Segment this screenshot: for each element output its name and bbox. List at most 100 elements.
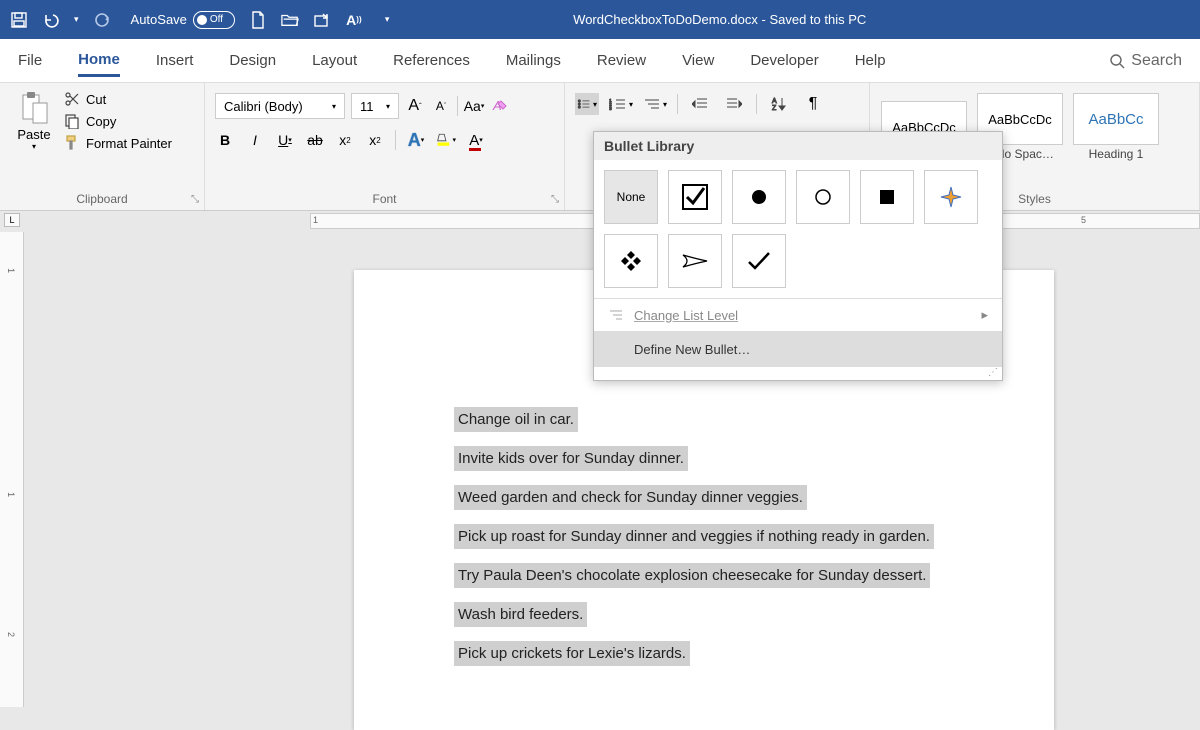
decrease-indent-button[interactable] bbox=[688, 93, 712, 115]
tab-review[interactable]: Review bbox=[597, 46, 646, 75]
increase-indent-button[interactable] bbox=[722, 93, 746, 115]
define-new-bullet-item[interactable]: Define New Bullet… bbox=[594, 331, 1002, 367]
vertical-ruler[interactable]: 1 1 2 bbox=[0, 232, 24, 707]
tab-file[interactable]: File bbox=[18, 46, 42, 75]
divider bbox=[677, 94, 678, 114]
tab-view[interactable]: View bbox=[682, 46, 714, 75]
subscript-button[interactable]: x2 bbox=[335, 129, 355, 151]
new-doc-icon[interactable] bbox=[249, 11, 267, 29]
share-icon[interactable] bbox=[313, 11, 331, 29]
bullets-button[interactable]: ▾ bbox=[575, 93, 599, 115]
tab-home[interactable]: Home bbox=[78, 45, 120, 77]
toggle-knob bbox=[197, 15, 207, 25]
bullet-checkmark[interactable] bbox=[732, 234, 786, 288]
bullet-grid: None bbox=[594, 160, 1002, 298]
tab-developer[interactable]: Developer bbox=[750, 46, 818, 75]
read-aloud-icon[interactable]: A)) bbox=[345, 11, 363, 29]
numbering-button[interactable]: 123▾ bbox=[609, 93, 633, 115]
change-case-button[interactable]: Aa▾ bbox=[464, 95, 484, 117]
bullet-disc[interactable] bbox=[732, 170, 786, 224]
tab-insert[interactable]: Insert bbox=[156, 46, 194, 75]
underline-button[interactable]: U ▾ bbox=[275, 129, 295, 151]
resize-grip[interactable]: ⋰ bbox=[594, 367, 1002, 380]
bullet-arrow[interactable] bbox=[668, 234, 722, 288]
doc-line[interactable]: Invite kids over for Sunday dinner. bbox=[454, 446, 688, 471]
font-label: Font bbox=[215, 188, 554, 210]
doc-line[interactable]: Pick up crickets for Lexie's lizards. bbox=[454, 641, 690, 666]
bullet-4diamond[interactable] bbox=[604, 234, 658, 288]
copy-button[interactable]: Copy bbox=[64, 113, 172, 129]
doc-line[interactable]: Wash bird feeders. bbox=[454, 602, 587, 627]
bullet-library-popup: Bullet Library None Change List Level ▸ … bbox=[593, 131, 1003, 381]
svg-text:Z: Z bbox=[772, 105, 777, 112]
change-list-level-item: Change List Level ▸ bbox=[594, 298, 1002, 331]
style-name: Heading 1 bbox=[1089, 147, 1144, 161]
submenu-arrow-icon: ▸ bbox=[981, 307, 988, 323]
bullet-4star[interactable] bbox=[924, 170, 978, 224]
doc-line[interactable]: Pick up roast for Sunday dinner and vegg… bbox=[454, 524, 934, 549]
superscript-button[interactable]: x2 bbox=[365, 129, 385, 151]
tab-selector[interactable]: L bbox=[4, 213, 20, 227]
sort-button[interactable]: AZ bbox=[767, 93, 791, 115]
undo-icon[interactable] bbox=[42, 11, 60, 29]
clipboard-dialog-launcher[interactable]: ⤡ bbox=[188, 192, 202, 206]
grow-font-button[interactable]: Aˆ bbox=[405, 95, 425, 117]
change-list-level-label: Change List Level bbox=[634, 308, 738, 323]
autosave-switch[interactable]: Off bbox=[193, 11, 235, 29]
bold-button[interactable]: B bbox=[215, 129, 235, 151]
save-icon[interactable] bbox=[10, 11, 28, 29]
document-title: WordCheckboxToDoDemo.docx - Saved to thi… bbox=[389, 12, 1050, 27]
strikethrough-button[interactable]: ab bbox=[305, 129, 325, 151]
style-heading1[interactable]: AaBbCc Heading 1 bbox=[1072, 93, 1160, 161]
redo-icon[interactable] bbox=[93, 11, 111, 29]
autosave-state: Off bbox=[210, 14, 223, 25]
undo-dropdown-icon[interactable]: ▾ bbox=[74, 14, 79, 25]
font-color-button[interactable]: A ▾ bbox=[466, 129, 486, 151]
title-bar: ▾ AutoSave Off A)) ▾ WordCheckboxToDoDem… bbox=[0, 0, 1200, 39]
italic-button[interactable]: I bbox=[245, 129, 265, 151]
paste-icon bbox=[19, 91, 49, 125]
tab-help[interactable]: Help bbox=[855, 46, 886, 75]
doc-line[interactable]: Change oil in car. bbox=[454, 407, 578, 432]
search-icon bbox=[1109, 53, 1125, 69]
open-folder-icon[interactable] bbox=[281, 11, 299, 29]
clipboard-label: Clipboard bbox=[10, 188, 194, 210]
clear-formatting-button[interactable]: A bbox=[490, 95, 510, 117]
search-box[interactable]: Search bbox=[1109, 52, 1182, 70]
multilevel-list-button[interactable]: ▾ bbox=[643, 93, 667, 115]
autosave-toggle[interactable]: AutoSave Off bbox=[131, 11, 235, 29]
font-name-caret-icon: ▾ bbox=[332, 102, 336, 111]
format-painter-button[interactable]: Format Painter bbox=[64, 135, 172, 151]
ruler-mark: 1 bbox=[313, 215, 318, 225]
bullet-none-label: None bbox=[617, 190, 646, 204]
paste-button[interactable]: Paste ▾ bbox=[10, 87, 58, 151]
format-painter-icon bbox=[64, 135, 80, 151]
doc-line[interactable]: Try Paula Deen's chocolate explosion che… bbox=[454, 563, 930, 588]
tab-references[interactable]: References bbox=[393, 46, 470, 75]
tab-layout[interactable]: Layout bbox=[312, 46, 357, 75]
bullet-circle[interactable] bbox=[796, 170, 850, 224]
tab-mailings[interactable]: Mailings bbox=[506, 46, 561, 75]
cut-label: Cut bbox=[86, 92, 106, 107]
shrink-font-button[interactable]: Aˇ bbox=[431, 95, 451, 117]
font-dialog-launcher[interactable]: ⤡ bbox=[548, 192, 562, 206]
bullet-square[interactable] bbox=[860, 170, 914, 224]
show-paragraph-marks-button[interactable]: ¶ bbox=[801, 93, 825, 115]
svg-text:3: 3 bbox=[609, 106, 612, 111]
highlight-button[interactable]: ▾ bbox=[436, 129, 456, 151]
copy-label: Copy bbox=[86, 114, 116, 129]
divider bbox=[457, 96, 458, 116]
bullet-checkbox[interactable] bbox=[668, 170, 722, 224]
doc-line[interactable]: Weed garden and check for Sunday dinner … bbox=[454, 485, 807, 510]
bullet-none[interactable]: None bbox=[604, 170, 658, 224]
tab-design[interactable]: Design bbox=[229, 46, 276, 75]
text-effects-button[interactable]: A ▾ bbox=[406, 129, 426, 151]
font-size-caret-icon: ▾ bbox=[386, 102, 390, 111]
clipboard-group: Paste ▾ Cut Copy Format Painter Clipboar… bbox=[0, 83, 205, 210]
font-size-select[interactable]: 11 ▾ bbox=[351, 93, 399, 119]
font-name-select[interactable]: Calibri (Body) ▾ bbox=[215, 93, 345, 119]
svg-text:A: A bbox=[772, 98, 777, 105]
cut-button[interactable]: Cut bbox=[64, 91, 172, 107]
paste-dropdown-icon[interactable]: ▾ bbox=[32, 142, 36, 151]
ruler-mark: 5 bbox=[1081, 215, 1086, 225]
